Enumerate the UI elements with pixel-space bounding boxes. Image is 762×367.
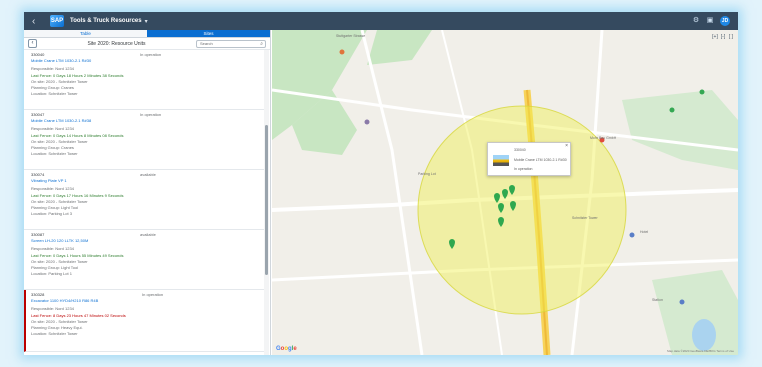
item-name-link[interactable]: Mobile Crane LTM 1030-2.1 R#38: [31, 118, 258, 124]
item-name-link[interactable]: Excavator 1100 HYD4/H210 R86 R4B: [31, 298, 258, 304]
map-label: Parking Lot: [418, 172, 436, 176]
popup-id: 330040: [514, 148, 526, 152]
list-item[interactable]: 330074 available Vibrating Plate VP 1 Re…: [24, 170, 264, 230]
tab-sites[interactable]: Sites: [147, 30, 270, 38]
map-label: Hotel: [640, 230, 649, 234]
item-name-link[interactable]: Vibrating Plate VP 1: [31, 178, 258, 184]
item-location: Location: Schnitzler Tower: [31, 91, 78, 97]
map-label: Schnitzler Tower: [572, 216, 598, 220]
map-label: Stuttgarter Strasse: [336, 34, 366, 38]
map-canvas: [272, 30, 738, 355]
list-item[interactable]: 330328 In operation Excavator 1100 HYD4/…: [24, 290, 264, 352]
app-title[interactable]: Tools & Truck Resources: [70, 18, 142, 24]
park-area: [622, 90, 738, 170]
sap-logo: SAP: [50, 15, 64, 27]
poi-marker[interactable]: [629, 232, 635, 238]
close-icon[interactable]: ×: [565, 143, 568, 149]
scrollbar-thumb[interactable]: [265, 125, 268, 275]
list-item[interactable]: 330087 available Screen LH-20 120 LLTK 1…: [24, 230, 264, 290]
google-logo: Google: [276, 346, 297, 352]
shell-actions: ⚙ ▣ JD: [692, 16, 730, 26]
app-frame: ‹ SAP Tools & Truck Resources ▾ ⚙ ▣ JD T…: [24, 12, 738, 355]
map-attribution: Map data ©2020 GeoBasis-DE/BKG Terms of …: [667, 349, 734, 353]
list-item[interactable]: 330040 In operation Mobile Crane LTM 103…: [24, 50, 264, 110]
popup-name: Mobile Crane LTM 1030-2.1 R#30: [514, 158, 567, 162]
back-button[interactable]: ‹: [32, 16, 46, 27]
search-icon[interactable]: ⌕: [260, 41, 263, 47]
shell-bar: ‹ SAP Tools & Truck Resources ▾ ⚙ ▣ JD: [24, 12, 738, 30]
item-status: available: [140, 232, 156, 237]
park-area: [367, 30, 432, 65]
tab-table[interactable]: Table: [24, 30, 147, 38]
view-tabs: Table Sites: [24, 30, 270, 38]
nav-back-button[interactable]: ‹: [28, 39, 37, 48]
fullscreen-button[interactable]: [ ]: [728, 34, 734, 41]
resource-list-panel: Table Sites ‹ Site 2020: Resource Units …: [24, 30, 271, 355]
list-scrollbar[interactable]: [264, 50, 269, 355]
poi-marker[interactable]: [699, 89, 705, 95]
avatar[interactable]: JD: [720, 16, 730, 26]
zoom-out-button[interactable]: [-]: [720, 34, 726, 41]
zoom-in-button[interactable]: [+]: [712, 34, 718, 41]
crane-thumbnail: [493, 155, 509, 166]
popup-status: In operation: [514, 167, 533, 171]
item-name-link[interactable]: Screen LH-20 120 LLTK 12,50M: [31, 238, 258, 244]
chevron-down-icon[interactable]: ▾: [145, 18, 148, 25]
item-status: In operation: [140, 52, 162, 57]
poi-marker[interactable]: [339, 49, 345, 55]
map-controls: [+] [-] [ ]: [712, 34, 734, 41]
poi-marker[interactable]: [364, 119, 370, 125]
item-location: Location: Parking Lot 3: [31, 211, 72, 217]
item-name-link[interactable]: Mobile Crane LTM 1030-2.1 R#30: [31, 58, 258, 64]
list-title: Site 2020: Resource Units: [87, 40, 146, 47]
map-view[interactable]: Stuttgarter Strasse Schnitzler Tower Moh…: [272, 30, 738, 355]
poi-marker[interactable]: [669, 107, 675, 113]
map-label: Mohr Bau GmbH: [590, 136, 617, 140]
resource-popup[interactable]: × 330040 Mobile Crane LTM 1030-2.1 R#30 …: [487, 142, 571, 176]
search-placeholder: Search: [200, 40, 213, 46]
item-location: Location: Parking Lot 1: [31, 271, 72, 277]
notifications-icon[interactable]: ▣: [706, 17, 714, 25]
search-input[interactable]: Search ⌕: [196, 39, 266, 48]
item-status: In operation: [142, 292, 164, 297]
lake: [692, 319, 716, 351]
item-location: Location: Schnitzler Tower: [31, 331, 78, 337]
item-status: available: [140, 172, 156, 177]
map-label: Station: [652, 298, 663, 302]
road: [360, 30, 424, 355]
item-location: Location: Schnitzler Tower: [31, 151, 78, 157]
list-item[interactable]: 330047 In operation Mobile Crane LTM 103…: [24, 110, 264, 170]
settings-icon[interactable]: ⚙: [692, 17, 700, 25]
resource-list: 330040 In operation Mobile Crane LTM 103…: [24, 50, 264, 355]
poi-marker[interactable]: [679, 299, 685, 305]
item-status: In operation: [140, 112, 162, 117]
list-toolbar: ‹ Site 2020: Resource Units Search ⌕: [24, 38, 270, 50]
